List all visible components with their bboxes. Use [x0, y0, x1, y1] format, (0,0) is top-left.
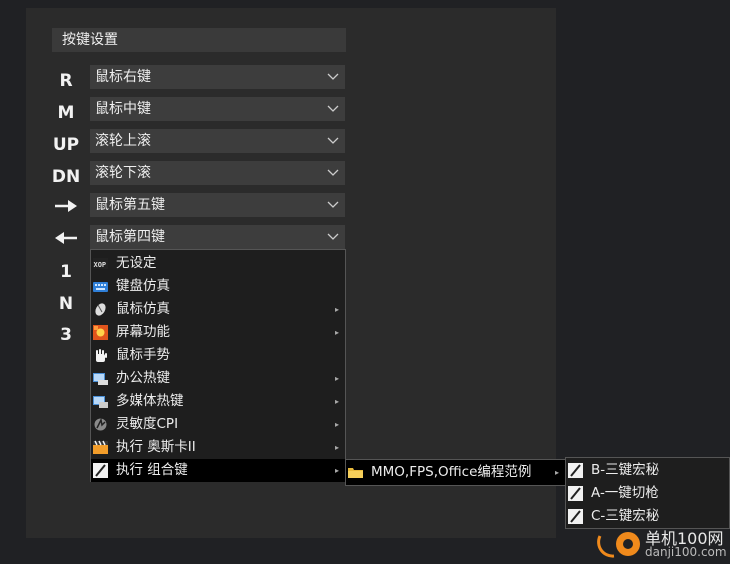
- menu-item-office[interactable]: 办公热键 ▸: [91, 367, 345, 390]
- menu-item-combo[interactable]: 执行 组合键 ▸: [91, 459, 345, 482]
- watermark-url: danji100.com: [645, 545, 727, 559]
- combo-icon: [568, 486, 583, 501]
- mouse-icon: [95, 303, 106, 316]
- svg-text:XOP: XOP: [94, 261, 107, 269]
- dropdown-value: 鼠标中键: [95, 101, 151, 117]
- menu-item-screen[interactable]: 屏幕功能 ▸: [91, 321, 345, 344]
- dropdown-value: 鼠标第四键: [95, 229, 165, 245]
- xop-icon: XOP: [93, 258, 108, 269]
- dropdown-value: 滚轮下滚: [95, 165, 151, 181]
- key-label-1: 1: [60, 262, 72, 282]
- dropdown-forward[interactable]: 鼠标第五键: [90, 193, 345, 217]
- chevron-down-icon: [327, 233, 339, 240]
- menu-item-keyboard[interactable]: 键盘仿真: [91, 275, 345, 298]
- combo-submenu: MMO,FPS,Office编程范例 ▸: [345, 459, 566, 486]
- chevron-down-icon: [327, 201, 339, 208]
- chevron-down-icon: [327, 105, 339, 112]
- key-label-3: 3: [60, 325, 72, 345]
- screen-icon: [93, 325, 108, 340]
- left-arrow-icon: [55, 232, 77, 244]
- dropdown-value: 滚轮上滚: [95, 133, 151, 149]
- chevron-down-icon: [327, 169, 339, 176]
- key-label-up: UP: [52, 135, 80, 155]
- submenu-arrow-icon: ▸: [334, 305, 339, 314]
- menu-item-mouse[interactable]: 鼠标仿真 ▸: [91, 298, 345, 321]
- key-label-r: R: [59, 71, 73, 91]
- menu-item-media[interactable]: 多媒体热键 ▸: [91, 390, 345, 413]
- key-label-n: N: [58, 294, 74, 314]
- submenu-arrow-icon: ▸: [334, 443, 339, 452]
- menu-item-oscar[interactable]: 执行 奥斯卡II ▸: [91, 436, 345, 459]
- hand-icon: [96, 349, 107, 362]
- combo-icon: [568, 509, 583, 524]
- dropdown-value: 鼠标右键: [95, 69, 151, 85]
- dropdown-m[interactable]: 鼠标中键: [90, 97, 345, 121]
- menu-item-sensitivity[interactable]: 灵敏度CPI ▸: [91, 413, 345, 436]
- key-label-m: M: [57, 103, 75, 123]
- combo-icon: [93, 463, 108, 478]
- menu-item-macro-a[interactable]: A-一键切枪: [566, 482, 729, 505]
- macro-submenu: B-三键宏秘 A-一键切枪 C-三键宏秘: [565, 457, 730, 529]
- dropdown-up[interactable]: 滚轮上滚: [90, 129, 345, 153]
- watermark-logo-icon: [597, 532, 640, 558]
- dropdown-r[interactable]: 鼠标右键: [90, 65, 345, 89]
- office-icon: [93, 373, 108, 385]
- right-arrow-icon: [55, 200, 77, 212]
- folder-icon: [348, 468, 363, 478]
- clapper-icon: [93, 440, 108, 454]
- submenu-arrow-icon: ▸: [334, 374, 339, 383]
- submenu-arrow-icon: ▸: [334, 328, 339, 337]
- function-menu: XOP 无设定 键盘仿真 鼠标仿真 ▸ 屏幕功能 ▸ 鼠标手势 办公热键 ▸ 多…: [90, 249, 346, 482]
- key-label-dn: DN: [51, 167, 81, 187]
- submenu-arrow-icon: ▸: [334, 420, 339, 429]
- submenu-arrow-icon: ▸: [334, 466, 339, 475]
- menu-item-gesture[interactable]: 鼠标手势: [91, 344, 345, 367]
- chevron-down-icon: [327, 73, 339, 80]
- chevron-down-icon: [327, 137, 339, 144]
- submenu-arrow-icon: ▸: [334, 397, 339, 406]
- dropdown-back[interactable]: 鼠标第四键: [90, 225, 345, 249]
- dropdown-value: 鼠标第五键: [95, 197, 165, 213]
- media-icon: [93, 396, 108, 408]
- submenu-arrow-icon: ▸: [554, 468, 559, 477]
- sensitivity-icon: [94, 417, 107, 431]
- combo-icon: [568, 463, 583, 478]
- section-title: 按键设置: [52, 28, 346, 52]
- menu-item-macro-b[interactable]: B-三键宏秘: [566, 459, 729, 482]
- menu-item-none[interactable]: XOP 无设定: [91, 252, 345, 275]
- keyboard-icon: [93, 282, 108, 292]
- dropdown-dn[interactable]: 滚轮下滚: [90, 161, 345, 185]
- menu-item-mmo-examples[interactable]: MMO,FPS,Office编程范例 ▸: [346, 460, 565, 485]
